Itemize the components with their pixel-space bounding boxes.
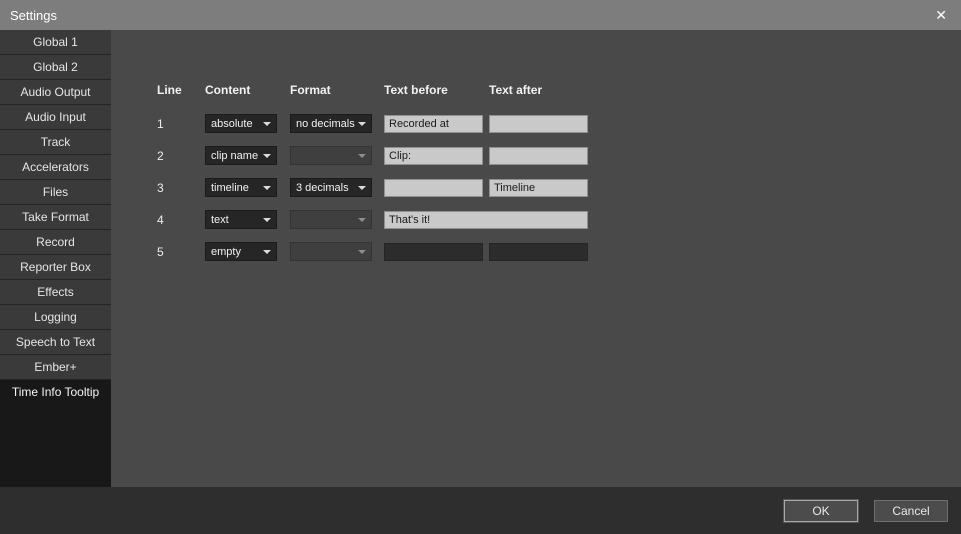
text-after-input-row-3[interactable] (489, 179, 588, 197)
content-dropdown-row-4-value: text (211, 214, 229, 226)
content-dropdown-row-4[interactable]: text (205, 210, 277, 229)
content-dropdown-row-3[interactable]: timeline (205, 178, 277, 197)
cancel-button[interactable]: Cancel (874, 500, 948, 522)
sidebar-item-track[interactable]: Track (0, 130, 111, 155)
line-number-4: 4 (157, 213, 205, 227)
sidebar-item-ember-plus[interactable]: Ember+ (0, 355, 111, 380)
sidebar-item-audio-output[interactable]: Audio Output (0, 80, 111, 105)
sidebar-item-audio-input[interactable]: Audio Input (0, 105, 111, 130)
chevron-down-icon (358, 218, 366, 222)
col-header-text-before: Text before (384, 83, 489, 101)
text-before-input-row-5 (384, 243, 483, 261)
chevron-down-icon (358, 186, 366, 190)
content-dropdown-row-2-value: clip name (211, 150, 258, 162)
chevron-down-icon (263, 154, 271, 158)
chevron-down-icon (263, 250, 271, 254)
chevron-down-icon (263, 122, 271, 126)
format-dropdown-row-5 (290, 242, 372, 261)
sidebar-item-take-format[interactable]: Take Format (0, 205, 111, 230)
settings-window: Settings ✕ Global 1 Global 2 Audio Outpu… (0, 0, 961, 534)
sidebar-item-files[interactable]: Files (0, 180, 111, 205)
chevron-down-icon (358, 154, 366, 158)
text-after-input-row-5 (489, 243, 588, 261)
sidebar-item-logging[interactable]: Logging (0, 305, 111, 330)
sidebar-item-reporter-box[interactable]: Reporter Box (0, 255, 111, 280)
sidebar-item-speech-to-text[interactable]: Speech to Text (0, 330, 111, 355)
format-dropdown-row-4 (290, 210, 372, 229)
text-after-input-row-1[interactable] (489, 115, 588, 133)
format-dropdown-row-2 (290, 146, 372, 165)
close-icon[interactable]: ✕ (935, 8, 947, 22)
format-dropdown-row-3-value: 3 decimals (296, 182, 349, 194)
tooltip-lines-table: Line Content Format Text before Text aft… (157, 83, 961, 261)
sidebar-item-accelerators[interactable]: Accelerators (0, 155, 111, 180)
sidebar-item-record[interactable]: Record (0, 230, 111, 255)
content-dropdown-row-1[interactable]: absolute (205, 114, 277, 133)
window-title: Settings (10, 8, 935, 23)
ok-button[interactable]: OK (784, 500, 858, 522)
text-before-input-row-2[interactable] (384, 147, 483, 165)
text-after-input-row-2[interactable] (489, 147, 588, 165)
sidebar-item-time-info-tooltip[interactable]: Time Info Tooltip (0, 380, 111, 405)
format-dropdown-row-1[interactable]: no decimals (290, 114, 372, 133)
col-header-line: Line (157, 83, 205, 101)
content-dropdown-row-3-value: timeline (211, 182, 249, 194)
chevron-down-icon (358, 250, 366, 254)
line-number-2: 2 (157, 149, 205, 163)
line-number-3: 3 (157, 181, 205, 195)
col-header-content: Content (205, 83, 290, 101)
text-before-input-row-3[interactable] (384, 179, 483, 197)
chevron-down-icon (263, 186, 271, 190)
titlebar: Settings ✕ (0, 0, 961, 30)
text-before-input-row-1[interactable] (384, 115, 483, 133)
line-number-5: 5 (157, 245, 205, 259)
sidebar-item-global-2[interactable]: Global 2 (0, 55, 111, 80)
sidebar-item-effects[interactable]: Effects (0, 280, 111, 305)
col-header-format: Format (290, 83, 384, 101)
chevron-down-icon (358, 122, 366, 126)
sidebar: Global 1 Global 2 Audio Output Audio Inp… (0, 30, 111, 487)
footer-bar: OK Cancel (0, 487, 961, 534)
content-dropdown-row-1-value: absolute (211, 118, 253, 130)
content-dropdown-row-5-value: empty (211, 246, 241, 258)
col-header-text-after: Text after (489, 83, 588, 101)
content-dropdown-row-5[interactable]: empty (205, 242, 277, 261)
format-dropdown-row-1-value: no decimals (296, 118, 355, 130)
format-dropdown-row-3[interactable]: 3 decimals (290, 178, 372, 197)
content-dropdown-row-2[interactable]: clip name (205, 146, 277, 165)
sidebar-item-global-1[interactable]: Global 1 (0, 30, 111, 55)
content-panel: Line Content Format Text before Text aft… (111, 30, 961, 487)
text-input-row-4[interactable] (384, 211, 588, 229)
line-number-1: 1 (157, 117, 205, 131)
chevron-down-icon (263, 218, 271, 222)
